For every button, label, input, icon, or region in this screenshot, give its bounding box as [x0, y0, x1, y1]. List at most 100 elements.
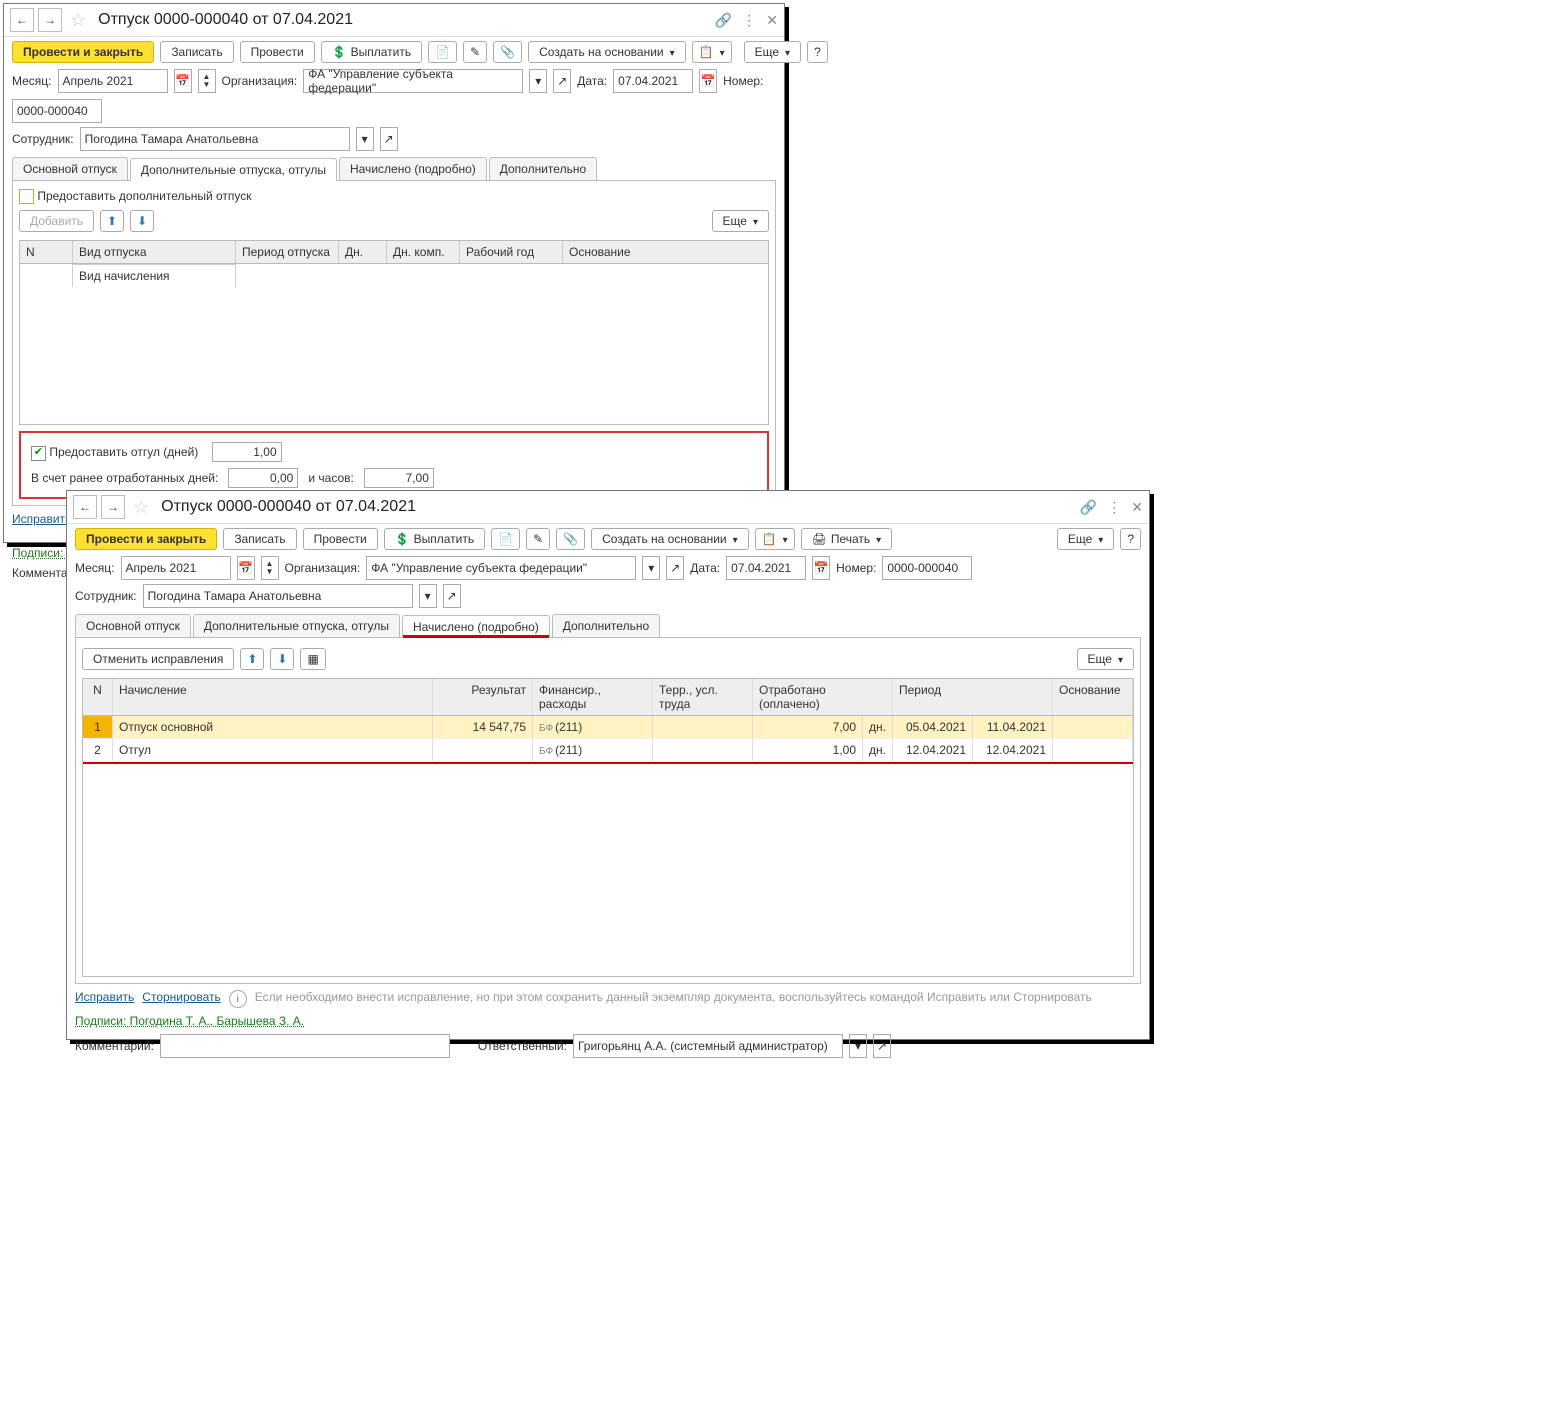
tab-accrued-detail[interactable]: Начислено (подробно): [402, 615, 550, 638]
otgul-prev-days-input[interactable]: 0,00: [228, 468, 298, 488]
menu-icon[interactable]: ⋮: [1107, 499, 1121, 516]
create-from-button[interactable]: Создать на основании: [528, 41, 686, 63]
responsible-open-icon[interactable]: ↗: [873, 1034, 891, 1058]
grid-more-button[interactable]: Еще: [712, 210, 769, 232]
grid-body[interactable]: Вид начисления: [20, 264, 768, 424]
tab-additional[interactable]: Дополнительно: [489, 157, 597, 180]
copy-icon-button[interactable]: 📋: [692, 41, 732, 63]
otgul-checkbox[interactable]: [31, 446, 46, 461]
post-and-close-button[interactable]: Провести и закрыть: [75, 528, 217, 550]
print-button[interactable]: 🖨 Печать: [801, 528, 893, 550]
comment-input[interactable]: [160, 1034, 450, 1058]
close-icon[interactable]: ✕: [766, 12, 778, 29]
doc-icon-button[interactable]: 📄: [491, 528, 520, 550]
org-input[interactable]: ФА "Управление субъекта федерации": [303, 69, 523, 93]
edit-icon-button[interactable]: ✎: [463, 41, 487, 63]
org-open-icon[interactable]: ↗: [666, 556, 684, 580]
month-spinner[interactable]: ▲▼: [261, 556, 279, 580]
fix-link[interactable]: Исправить: [75, 990, 134, 1004]
addl-vacations-grid: N Вид отпуска Период отпуска Дн. Дн. ком…: [19, 240, 769, 425]
employee-label: Сотрудник:: [75, 589, 137, 603]
doc-icon-button[interactable]: 📄: [428, 41, 457, 63]
tab-additional[interactable]: Дополнительно: [552, 614, 660, 637]
tab-additional-vacation[interactable]: Дополнительные отпуска, отгулы: [130, 158, 337, 181]
nav-back-button[interactable]: ←: [10, 8, 34, 32]
grid-more-button[interactable]: Еще: [1077, 648, 1134, 670]
pay-button[interactable]: 💲Выплатить: [384, 528, 485, 550]
close-icon[interactable]: ✕: [1131, 499, 1143, 516]
post-and-close-button[interactable]: Провести и закрыть: [12, 41, 154, 63]
move-up-button[interactable]: ⬆: [240, 648, 264, 670]
otgul-hours-input[interactable]: 7,00: [364, 468, 434, 488]
tab-main-vacation[interactable]: Основной отпуск: [75, 614, 191, 637]
favorite-star-icon[interactable]: ☆: [129, 497, 153, 518]
responsible-drop-icon[interactable]: ▾: [849, 1034, 867, 1058]
employee-open-icon[interactable]: ↗: [443, 584, 461, 608]
num-input[interactable]: 0000-000040: [882, 556, 972, 580]
month-cal-icon[interactable]: 📅: [237, 556, 255, 580]
help-button[interactable]: ?: [1120, 528, 1141, 550]
more-button[interactable]: Еще: [744, 41, 801, 63]
post-button[interactable]: Провести: [240, 41, 315, 63]
link-icon[interactable]: 🔗: [1080, 499, 1097, 516]
org-open-icon[interactable]: ↗: [553, 69, 571, 93]
link-icon[interactable]: 🔗: [715, 12, 732, 29]
storno-link[interactable]: Сторнировать: [142, 990, 220, 1004]
nav-back-button[interactable]: ←: [73, 495, 97, 519]
responsible-input[interactable]: Григорьянц А.А. (системный администратор…: [573, 1034, 843, 1058]
org-drop-icon[interactable]: ▾: [529, 69, 547, 93]
edit-icon-button[interactable]: ✎: [526, 528, 550, 550]
month-input[interactable]: Апрель 2021: [121, 556, 231, 580]
move-up-button[interactable]: ⬆: [100, 210, 124, 232]
pay-button[interactable]: 💲Выплатить: [321, 41, 422, 63]
employee-open-icon[interactable]: ↗: [380, 127, 398, 151]
favorite-star-icon[interactable]: ☆: [66, 10, 90, 31]
date-cal-icon[interactable]: 📅: [699, 69, 717, 93]
save-button[interactable]: Записать: [160, 41, 233, 63]
more-button[interactable]: Еще: [1057, 528, 1114, 550]
addl-vacation-checkbox[interactable]: [19, 189, 34, 204]
employee-drop-icon[interactable]: ▾: [356, 127, 374, 151]
menu-icon[interactable]: ⋮: [742, 12, 756, 29]
signatures-row: Подписи: Погодина Т. А., Барышева З. А.: [67, 1014, 1149, 1028]
org-drop-icon[interactable]: ▾: [642, 556, 660, 580]
grid-body[interactable]: 1 Отпуск основной 14 547,75 БФ(211) 7,00…: [83, 716, 1133, 976]
otgul-hours-label: и часов:: [308, 471, 353, 485]
tab-accrued-detail[interactable]: Начислено (подробно): [339, 157, 487, 180]
num-input[interactable]: 0000-000040: [12, 99, 102, 123]
help-button[interactable]: ?: [807, 41, 828, 63]
tab-additional-vacation[interactable]: Дополнительные отпуска, отгулы: [193, 614, 400, 637]
tab-bar: Основной отпуск Дополнительные отпуска, …: [12, 157, 776, 181]
date-input[interactable]: 07.04.2021: [613, 69, 693, 93]
attach-icon-button[interactable]: 📎: [493, 41, 522, 63]
employee-input[interactable]: Погодина Тамара Анатольевна: [80, 127, 350, 151]
month-input[interactable]: Апрель 2021: [58, 69, 168, 93]
save-button[interactable]: Записать: [223, 528, 296, 550]
copy-icon-button[interactable]: 📋: [755, 528, 795, 550]
add-row-button[interactable]: Добавить: [19, 210, 94, 232]
nav-fwd-button[interactable]: →: [38, 8, 62, 32]
signatures-link[interactable]: Подписи: Погодина Т. А., Барышева З. А.: [75, 1014, 304, 1028]
move-down-button[interactable]: ⬇: [270, 648, 294, 670]
table-row[interactable]: 1 Отпуск основной 14 547,75 БФ(211) 7,00…: [83, 716, 1133, 739]
org-input[interactable]: ФА "Управление субъекта федерации": [366, 556, 636, 580]
table-row[interactable]: 2 Отгул БФ(211) 1,00 дн. 12.04.2021 12.0…: [83, 739, 1133, 762]
date-input[interactable]: 07.04.2021: [726, 556, 806, 580]
columns-button[interactable]: ▦: [300, 648, 325, 670]
window-title: Отпуск 0000-000040 от 07.04.2021: [157, 498, 1076, 516]
otgul-days-input[interactable]: 1,00: [212, 442, 282, 462]
cancel-corrections-button[interactable]: Отменить исправления: [82, 648, 234, 670]
move-down-button[interactable]: ⬇: [130, 210, 154, 232]
post-button[interactable]: Провести: [303, 528, 378, 550]
month-spinner[interactable]: ▲▼: [198, 69, 216, 93]
fix-link[interactable]: Исправить: [12, 512, 71, 526]
create-from-button[interactable]: Создать на основании: [591, 528, 749, 550]
col-days: Дн.: [339, 241, 387, 263]
employee-drop-icon[interactable]: ▾: [419, 584, 437, 608]
attach-icon-button[interactable]: 📎: [556, 528, 585, 550]
date-cal-icon[interactable]: 📅: [812, 556, 830, 580]
employee-input[interactable]: Погодина Тамара Анатольевна: [143, 584, 413, 608]
nav-fwd-button[interactable]: →: [101, 495, 125, 519]
tab-main-vacation[interactable]: Основной отпуск: [12, 157, 128, 180]
month-cal-icon[interactable]: 📅: [174, 69, 192, 93]
